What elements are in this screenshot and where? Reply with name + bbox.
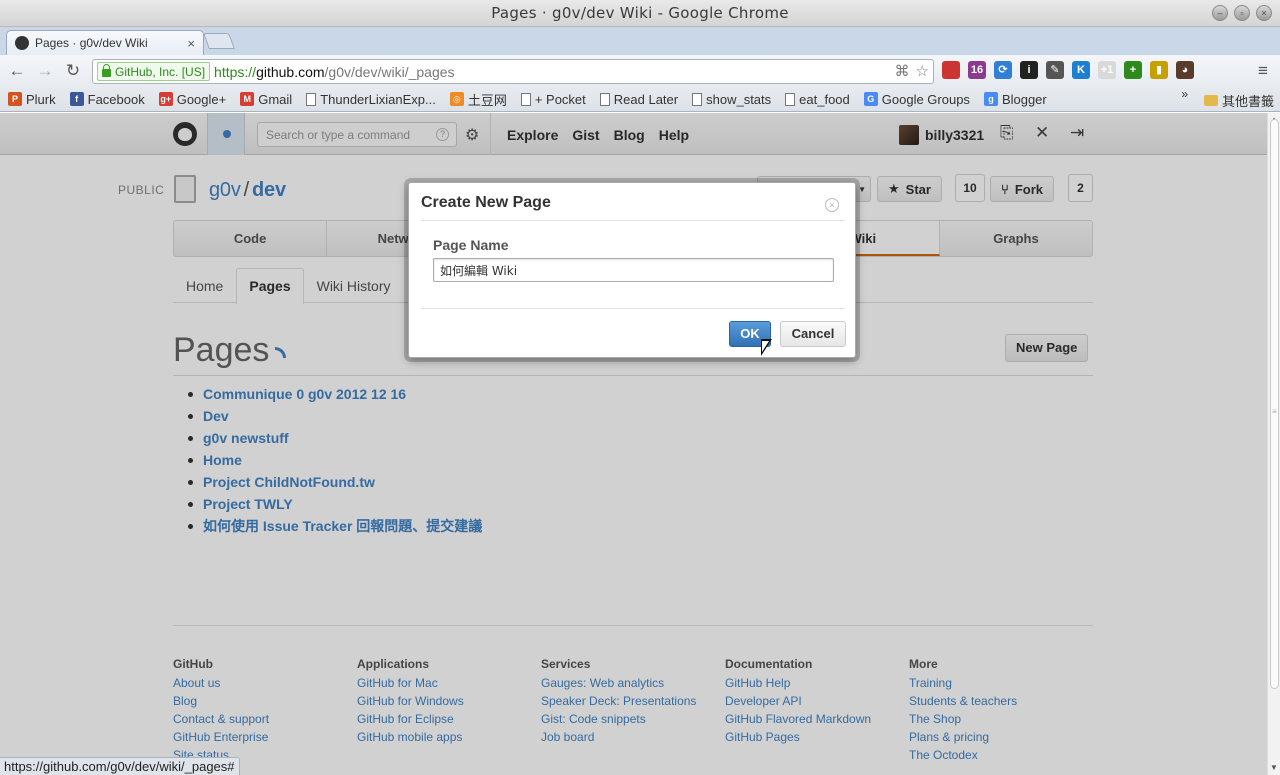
klout-icon[interactable]: K (1072, 61, 1090, 79)
bookmark-label: ThunderLixianExp... (320, 91, 436, 107)
bookmark-item[interactable]: g Blogger (983, 91, 1047, 107)
status-bar: https://github.com/g0v/dev/wiki/_pages# (0, 757, 240, 775)
close-icon[interactable]: × (825, 198, 839, 212)
bookmark-label: Plurk (26, 91, 56, 107)
bookmark-item[interactable]: P Plurk (8, 92, 56, 107)
bookmarks-bar: P Plurk f Facebook g+ Google+ M Gmail ThunderLix… (0, 87, 1280, 112)
forward-button[interactable]: → (35, 61, 55, 81)
gmail-checker-icon[interactable]: 16 (968, 61, 986, 79)
window-controls: – ▫ × (1212, 5, 1272, 21)
folder-icon (1203, 95, 1218, 106)
tab-close-icon[interactable]: × (187, 36, 195, 51)
tab-strip: Pages · g0v/dev Wiki × (0, 27, 1280, 55)
bookmark-item[interactable]: eat_food (785, 92, 850, 107)
url-path: /g0v/dev/wiki/_pages (324, 63, 455, 80)
bookmark-label: show_stats (706, 91, 772, 107)
pocket-icon[interactable] (942, 61, 960, 79)
bookmark-label: + Pocket (534, 91, 586, 107)
bookmark-item[interactable]: ◎ 土豆网 (449, 90, 507, 109)
bookmark-item[interactable]: f Facebook (69, 91, 145, 107)
bookmark-favicon-icon: g (983, 92, 998, 106)
scrollbar-thumb[interactable] (1270, 119, 1279, 689)
url-scheme: https:// (214, 63, 257, 80)
bookmark-favicon-icon: M (240, 92, 255, 106)
scrollbar-grip-icon: ≡ (1272, 407, 1277, 416)
bookmark-label: Blogger (1001, 91, 1047, 107)
bookmark-item[interactable]: show_stats (692, 92, 771, 107)
close-window-button[interactable]: × (1256, 5, 1272, 21)
reload-button[interactable]: ↻ (63, 61, 83, 81)
page-action-icon[interactable]: ⌘ (895, 62, 910, 80)
tab-title: Pages · g0v/dev Wiki (35, 36, 148, 50)
page-icon (692, 92, 703, 106)
github-favicon-icon (15, 36, 29, 50)
google-plus-one-icon[interactable]: +1 (1098, 61, 1116, 79)
bookmark-favicon-icon: g+ (158, 92, 173, 106)
page-icon (520, 92, 531, 106)
bookmark-label: Google Groups (881, 91, 970, 107)
url-host: github.com (256, 63, 325, 80)
lock-icon (102, 64, 111, 77)
page-icon (306, 92, 317, 106)
dialog-header-divider (421, 220, 845, 221)
omnibox-actions: ⌘ ☆ (895, 62, 929, 80)
bookmark-item[interactable]: Read Later (599, 91, 679, 107)
avatar-ext-icon[interactable]: ◕ (1176, 61, 1194, 79)
bookmark-favicon-icon: G (863, 92, 878, 106)
minimize-button[interactable]: – (1212, 5, 1228, 21)
bookmark-star-icon[interactable]: ☆ (916, 62, 929, 80)
bookmark-item[interactable]: ThunderLixianExp... (306, 92, 436, 107)
bookmark-favicon-icon: f (69, 92, 84, 106)
page-viewport: Search or type a command ? ⚙ Explore Gis… (0, 113, 1267, 775)
bookmark-label: Read Later (613, 91, 679, 107)
window-title: Pages · g0v/dev Wiki - Google Chrome (491, 4, 789, 22)
window-titlebar: Pages · g0v/dev Wiki - Google Chrome – ▫… (0, 0, 1280, 27)
create-page-dialog: Create New Page × Page Name OK Cancel (408, 182, 856, 358)
extension-icons: 16 ⟳ i ✎ K +1 + ▮ ◕ (942, 61, 1194, 79)
browser-toolbar: ← → ↻ GitHub, Inc. [US] https://github.c… (0, 55, 1280, 87)
browser-tab[interactable]: Pages · g0v/dev Wiki × (6, 30, 204, 55)
page-icon (599, 92, 610, 106)
usb-icon[interactable]: ▮ (1150, 61, 1168, 79)
bookmark-item[interactable]: + Pocket (520, 91, 586, 107)
url-text[interactable]: https://github.com/g0v/dev/wiki/_pages (214, 64, 454, 80)
ev-certificate-label: GitHub, Inc. [US] (115, 64, 206, 79)
bookmark-label: Google+ (176, 91, 227, 107)
address-bar[interactable]: GitHub, Inc. [US] https://github.com/g0v… (92, 59, 934, 84)
mouse-cursor-icon (761, 339, 772, 356)
page-name-field[interactable] (433, 258, 834, 282)
tools-icon[interactable]: ✎ (1046, 61, 1064, 79)
scroll-down-icon[interactable]: ▼ (1270, 763, 1278, 772)
dialog-footer-divider (421, 308, 845, 309)
bookmark-item[interactable]: M Gmail (240, 92, 292, 107)
bookmark-label: Gmail (258, 91, 293, 107)
bookmark-label: 土豆网 (467, 92, 507, 108)
page-scrollbar[interactable]: ▲ ≡ ▼ (1267, 113, 1280, 775)
maximize-button[interactable]: ▫ (1234, 5, 1250, 21)
plus-icon[interactable]: + (1124, 61, 1142, 79)
bookmark-label: Facebook (87, 91, 145, 107)
sync-icon[interactable]: ⟳ (994, 61, 1012, 79)
bookmark-favicon-icon: ◎ (449, 92, 464, 106)
new-tab-button[interactable] (203, 33, 235, 49)
info-icon[interactable]: i (1020, 61, 1038, 79)
bookmark-item[interactable]: g+ Google+ (158, 91, 227, 107)
ev-certificate-badge[interactable]: GitHub, Inc. [US] (97, 62, 211, 81)
bookmarks-overflow-icon[interactable]: » (1181, 87, 1188, 101)
page-name-label: Page Name (433, 237, 509, 253)
other-bookmarks-label: 其他書籤 (1221, 94, 1274, 109)
bookmark-favicon-icon: P (8, 92, 22, 106)
dialog-title: Create New Page (421, 194, 551, 211)
bookmark-item[interactable]: G Google Groups (863, 91, 970, 107)
cancel-button[interactable]: Cancel (780, 321, 846, 347)
back-button[interactable]: ← (7, 61, 27, 81)
page-icon (785, 92, 796, 106)
chrome-menu-icon[interactable]: ≡ (1253, 61, 1273, 81)
bookmark-label: eat_food (799, 91, 850, 107)
other-bookmarks-folder[interactable]: 其他書籤 (1203, 91, 1274, 110)
